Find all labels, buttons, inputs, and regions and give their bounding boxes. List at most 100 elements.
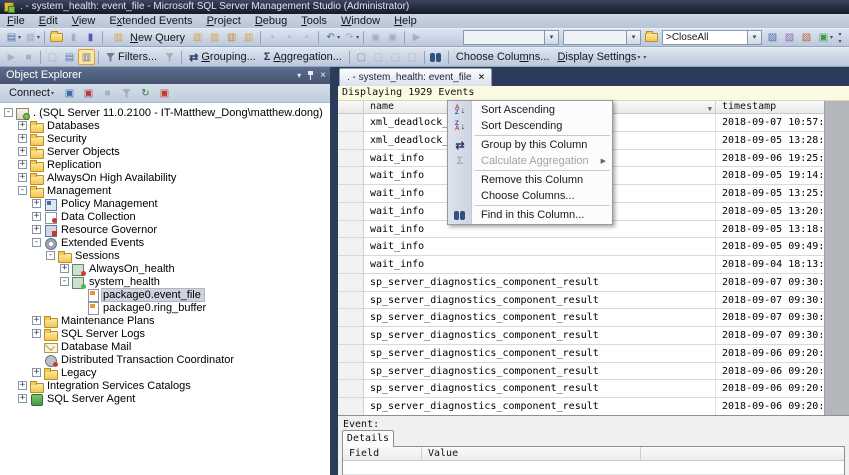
find-icon[interactable] (428, 49, 445, 65)
new-db-engine-query-icon[interactable]: ▥ (189, 30, 206, 46)
watch-stop-icon[interactable]: ■ (20, 49, 37, 65)
paste-icon[interactable]: ▪ (298, 30, 315, 46)
navigate-forward-icon[interactable]: ▣ (384, 30, 401, 46)
recent-files-combo[interactable] (463, 30, 559, 45)
save-icon[interactable]: ▮ (65, 30, 82, 46)
toolbar-overflow-icon[interactable]: ▾▾ (834, 30, 846, 46)
expand-icon[interactable]: + (32, 368, 41, 377)
menu-item-choose-columns[interactable]: Choose Columns... (448, 188, 612, 204)
object-explorer-titlebar[interactable]: Object Explorer ▾ × (0, 67, 330, 84)
menu-help[interactable]: Help (387, 14, 424, 28)
tree-item-extended-events[interactable]: -Extended Events (0, 236, 330, 249)
new-mdx-query-icon[interactable]: ▥ (223, 30, 240, 46)
server-disconnect-icon[interactable]: ▣ (80, 85, 97, 101)
document-tab[interactable]: . - system_health: event_file × (339, 68, 492, 86)
column-header-timestamp[interactable]: timestamp (716, 101, 824, 113)
expand-icon[interactable]: + (32, 316, 41, 325)
filter-icon[interactable] (118, 85, 135, 101)
details-empty-row[interactable] (343, 461, 844, 475)
event-row[interactable]: wait_info2018-09-05 09:49:16.34... (338, 238, 824, 256)
column-header-value[interactable]: Value (422, 447, 641, 460)
expand-icon[interactable]: + (18, 381, 27, 390)
watch-run-icon[interactable]: ▶ (3, 49, 20, 65)
chevron-down-icon[interactable]: ▾ (830, 34, 833, 41)
connect-button[interactable]: Connect ▾ (5, 85, 59, 102)
tree-item-data-collection[interactable]: +Data Collection (0, 210, 330, 223)
event-row[interactable]: sp_server_diagnostics_component_result20… (338, 380, 824, 398)
tree-item-package0-event-file[interactable]: package0.event_file (0, 288, 330, 301)
tree-item-policy-management[interactable]: +Policy Management (0, 197, 330, 210)
window-layout-2-icon[interactable]: ▢ (370, 49, 387, 65)
event-row[interactable]: sp_server_diagnostics_component_result20… (338, 327, 824, 345)
new-analysis-query-icon[interactable]: ▥ (206, 30, 223, 46)
expand-icon[interactable]: + (18, 121, 27, 130)
redo-icon[interactable]: ↷ (341, 30, 358, 46)
expand-icon[interactable]: + (18, 134, 27, 143)
menu-item-remove-this-column[interactable]: Remove this Column (448, 172, 612, 188)
tree-item-alwayson-high-availability[interactable]: +AlwaysOn High Availability (0, 171, 330, 184)
new-query-icon[interactable]: ▥ (110, 30, 127, 46)
tree-item-sql-server-agent[interactable]: +SQL Server Agent (0, 392, 330, 405)
event-row[interactable]: sp_server_diagnostics_component_result20… (338, 345, 824, 363)
event-row[interactable]: sp_server_diagnostics_component_result20… (338, 398, 824, 415)
menu-extended-events[interactable]: Extended Events (102, 14, 199, 28)
tree-item-alwayson-health[interactable]: +AlwaysOn_health (0, 262, 330, 275)
details-pane-icon[interactable]: ▤ (61, 49, 78, 65)
collapse-icon[interactable]: - (60, 277, 69, 286)
clear-pane-icon[interactable]: ▢ (44, 49, 61, 65)
window-position-icon[interactable]: ▾ (297, 68, 301, 84)
auto-hide-pin-icon[interactable] (307, 71, 314, 80)
tree-item-system-health[interactable]: -system_health (0, 275, 330, 288)
grouping-button[interactable]: ⇄Grouping... (185, 49, 260, 66)
expand-icon[interactable]: + (60, 264, 69, 273)
save-all-icon[interactable]: ▮ (82, 30, 99, 46)
tools-icon[interactable]: ▧ (798, 30, 815, 46)
tree-item-server-objects[interactable]: +Server Objects (0, 145, 330, 158)
copy-icon[interactable]: ▪ (281, 30, 298, 46)
expand-icon[interactable]: + (18, 160, 27, 169)
new-xmla-query-icon[interactable]: ▥ (240, 30, 257, 46)
tree-item-integration-services-catalogs[interactable]: +Integration Services Catalogs (0, 379, 330, 392)
window-layout-3-icon[interactable]: ▢ (387, 49, 404, 65)
display-settings-button[interactable]: Display Settings▾ (553, 49, 645, 66)
server-connect-icon[interactable]: ▣ (61, 85, 78, 101)
tree-item-resource-governor[interactable]: +Resource Governor (0, 223, 330, 236)
event-row[interactable]: sp_server_diagnostics_component_result20… (338, 274, 824, 292)
new-query-button[interactable]: ▥New Query (106, 29, 189, 46)
tree-item-database-mail[interactable]: Database Mail (0, 340, 330, 353)
open-file-icon[interactable] (643, 30, 660, 46)
menu-window[interactable]: Window (334, 14, 387, 28)
open-folder-icon[interactable] (48, 30, 65, 46)
menu-project[interactable]: Project (200, 14, 248, 28)
collapse-icon[interactable]: - (32, 238, 41, 247)
cut-icon[interactable]: ▪ (264, 30, 281, 46)
chevron-down-icon[interactable]: ▾ (18, 34, 21, 41)
window-layout-1-icon[interactable]: ▢ (353, 49, 370, 65)
tree-item-distributed-transaction-coordinator[interactable]: Distributed Transaction Coordinator (0, 353, 330, 366)
add-item-icon[interactable]: ▦ (22, 30, 39, 46)
close-icon[interactable]: × (320, 68, 326, 84)
run-icon[interactable]: ▶ (408, 30, 425, 46)
tree-item-management[interactable]: -Management (0, 184, 330, 197)
clear-filters-icon[interactable] (161, 49, 178, 65)
navigate-back-icon[interactable]: ▣ (367, 30, 384, 46)
event-row[interactable]: wait_info2018-09-04 18:13:55.87... (338, 256, 824, 274)
tree-item-package0-ring-buffer[interactable]: package0.ring_buffer (0, 301, 330, 314)
toolbar-overflow-icon[interactable]: ▾ (643, 54, 646, 61)
tree-item-sql-server-11-0-2100-it-matthew-dong-mat[interactable]: -. (SQL Server 11.0.2100 - IT-Matthew_Do… (0, 106, 330, 119)
new-project-icon[interactable]: ▨ (781, 30, 798, 46)
collapse-icon[interactable]: - (46, 251, 55, 260)
panel-splitter[interactable] (330, 67, 338, 475)
collapse-icon[interactable]: - (4, 108, 13, 117)
menu-file[interactable]: File (0, 14, 32, 28)
aggregation-button[interactable]: ΣAggregation... (260, 49, 346, 66)
event-row[interactable]: sp_server_diagnostics_component_result20… (338, 309, 824, 327)
filters-button[interactable]: Filters... (102, 49, 161, 66)
column-header-field[interactable]: Field (343, 447, 422, 460)
expand-icon[interactable]: + (32, 212, 41, 221)
menu-item-find-in-this-column[interactable]: Find in this Column... (448, 207, 612, 223)
refresh-icon[interactable]: ↻ (137, 85, 154, 101)
tree-item-replication[interactable]: +Replication (0, 158, 330, 171)
window-layout-4-icon[interactable]: ▢ (404, 49, 421, 65)
event-row[interactable]: sp_server_diagnostics_component_result20… (338, 292, 824, 310)
